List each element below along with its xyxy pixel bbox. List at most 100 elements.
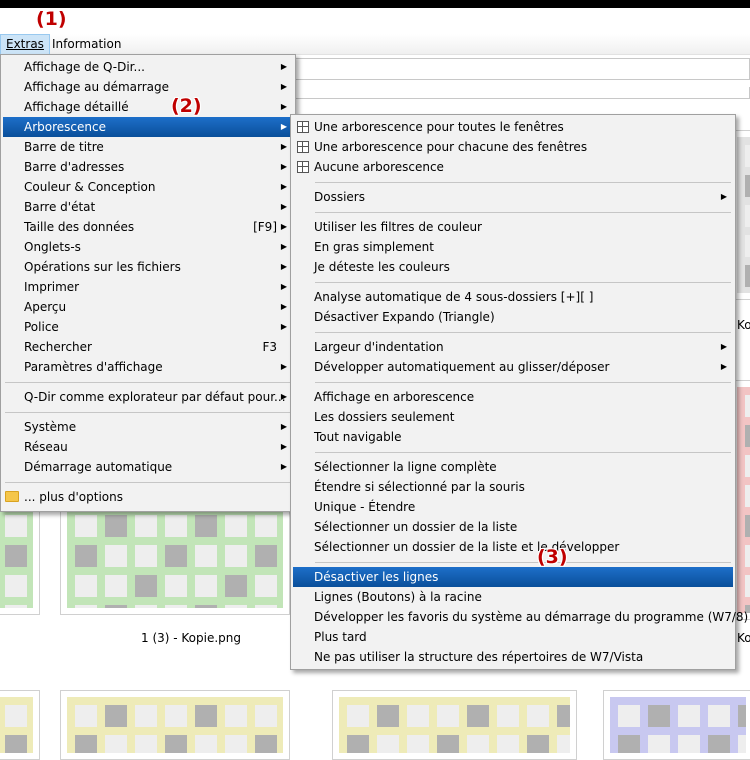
menu-item-imprimer[interactable]: Imprimer ▶ (3, 277, 293, 297)
menu-item-barre-titre[interactable]: Barre de titre ▶ (3, 137, 293, 157)
menu-item-plus-options[interactable]: ... plus d'options (3, 487, 293, 507)
menu-item-rechercher[interactable]: Rechercher F3 (3, 337, 293, 357)
submenu-item-une-arbo-chacune[interactable]: Une arborescence pour chacune des fenêtr… (293, 137, 733, 157)
menu-item-taille-donnees[interactable]: Taille des données [F9] ▶ (3, 217, 293, 237)
menu-item-barre-adresses[interactable]: Barre d'adresses ▶ (3, 157, 293, 177)
submenu-item-tout-navigable[interactable]: Tout navigable (293, 427, 733, 447)
menu-item-arborescence[interactable]: Arborescence ▶ (3, 117, 293, 137)
submenu-item-label: Désactiver Expando (Triangle) (314, 310, 495, 324)
submenu-arrow-icon: ▶ (280, 362, 287, 371)
menu-separator (315, 182, 731, 183)
menu-item-label: Affichage au démarrage (24, 80, 170, 94)
submenu-item-lignes-racine[interactable]: Lignes (Boutons) à la racine (293, 587, 733, 607)
menu-item-police[interactable]: Police ▶ (3, 317, 293, 337)
menu-item-operations-fichiers[interactable]: Opérations sur les fichiers ▶ (3, 257, 293, 277)
thumbnail-image (67, 507, 283, 608)
submenu-arrow-icon: ▶ (280, 102, 287, 111)
menu-item-barre-etat[interactable]: Barre d'état ▶ (3, 197, 293, 217)
thumbnail-image (737, 137, 750, 293)
submenu-arrow-icon: ▶ (280, 182, 287, 191)
submenu-item-desactiver-lignes[interactable]: Désactiver les lignes (293, 567, 733, 587)
image-thumbnail[interactable] (60, 500, 290, 615)
submenu-item-une-arbo-toutes[interactable]: Une arborescence pour toutes le fenêtres (293, 117, 733, 137)
submenu-item-dossiers[interactable]: Dossiers ▶ (293, 187, 733, 207)
menu-item-label: Affichage de Q-Dir... (24, 60, 145, 74)
submenu-item-label: Étendre si sélectionné par la souris (314, 480, 525, 494)
menu-separator (5, 482, 291, 483)
annotation-1: (1) (36, 8, 67, 30)
menu-item-label: Imprimer (24, 280, 80, 294)
submenu-item-selectionner-dossier[interactable]: Sélectionner un dossier de la liste (293, 517, 733, 537)
menu-item-parametres-affichage[interactable]: Paramètres d'affichage ▶ (3, 357, 293, 377)
menu-information[interactable]: Information (47, 34, 126, 55)
menu-item-demarrage-automatique[interactable]: Démarrage automatique ▶ (3, 457, 293, 477)
menu-separator (315, 332, 731, 333)
submenu-item-label: Lignes (Boutons) à la racine (314, 590, 482, 604)
submenu-item-aucune-arbo[interactable]: Aucune arborescence (293, 157, 733, 177)
menu-item-label: Barre d'état (24, 200, 96, 214)
menu-item-affichage-demarrage[interactable]: Affichage au démarrage ▶ (3, 77, 293, 97)
menu-item-affichage-q-dir[interactable]: Affichage de Q-Dir... ▶ (3, 57, 293, 77)
submenu-item-deteste-couleurs[interactable]: Je déteste les couleurs (293, 257, 733, 277)
menu-item-label: Couleur & Conception (24, 180, 156, 194)
menu-item-q-dir-explorateur-defaut[interactable]: Q-Dir comme explorateur par défaut pour.… (3, 387, 293, 407)
menu-separator (315, 452, 731, 453)
submenu-item-unique-etendre[interactable]: Unique - Étendre (293, 497, 733, 517)
menu-item-systeme[interactable]: Système ▶ (3, 417, 293, 437)
menu-item-apercu[interactable]: Aperçu ▶ (3, 297, 293, 317)
submenu-item-pas-structure-w7[interactable]: Ne pas utiliser la structure des réperto… (293, 647, 733, 667)
submenu-item-label: Affichage en arborescence (314, 390, 475, 404)
submenu-item-desactiver-expando[interactable]: Désactiver Expando (Triangle) (293, 307, 733, 327)
submenu-item-analyse-auto[interactable]: Analyse automatique de 4 sous-dossiers [… (293, 287, 733, 307)
folder-icon (5, 491, 19, 502)
submenu-arrow-icon: ▶ (280, 282, 287, 291)
menu-item-label: ... plus d'options (24, 490, 123, 504)
submenu-item-label: Je déteste les couleurs (314, 260, 450, 274)
submenu-item-selectionner-developper[interactable]: Sélectionner un dossier de la liste et l… (293, 537, 733, 557)
address-bar[interactable] (230, 58, 750, 80)
submenu-item-label: Utiliser les filtres de couleur (314, 220, 482, 234)
menu-separator (315, 212, 731, 213)
submenu-item-filtres-couleur[interactable]: Utiliser les filtres de couleur (293, 217, 733, 237)
menu-item-label: Réseau (24, 440, 68, 454)
submenu-arrow-icon: ▶ (280, 142, 287, 151)
submenu-arrow-icon: ▶ (280, 462, 287, 471)
thumbnail-image (339, 697, 570, 753)
submenu-item-plus-tard[interactable]: Plus tard (293, 627, 733, 647)
submenu-item-gras-simplement[interactable]: En gras simplement (293, 237, 733, 257)
menu-item-label: Police (24, 320, 59, 334)
arborescence-submenu: Une arborescence pour toutes le fenêtres… (290, 114, 748, 670)
submenu-arrow-icon: ▶ (280, 242, 287, 251)
submenu-item-affichage-arbo[interactable]: Affichage en arborescence (293, 387, 733, 407)
submenu-item-label: Analyse automatique de 4 sous-dossiers [… (314, 290, 594, 304)
submenu-item-largeur-indentation[interactable]: Largeur d'indentation ▶ (293, 337, 733, 357)
thumbnail-image (0, 507, 33, 608)
menu-separator (5, 382, 291, 383)
submenu-item-label: Développer les favoris du système au dém… (314, 610, 749, 624)
submenu-arrow-icon: ▶ (280, 392, 287, 401)
submenu-item-label: Plus tard (314, 630, 367, 644)
submenu-arrow-icon: ▶ (280, 162, 287, 171)
menu-separator (315, 562, 731, 563)
menu-item-affichage-detaille[interactable]: Affichage détaillé ▶ (3, 97, 293, 117)
annotation-2: (2) (171, 95, 202, 117)
menu-item-label: Barre d'adresses (24, 160, 125, 174)
submenu-arrow-icon: ▶ (280, 442, 287, 451)
submenu-item-label: Une arborescence pour chacune des fenêtr… (314, 140, 588, 154)
menu-item-label: Aperçu (24, 300, 67, 314)
submenu-item-etendre-souris[interactable]: Étendre si sélectionné par la souris (293, 477, 733, 497)
menu-item-reseau[interactable]: Réseau ▶ (3, 437, 293, 457)
image-thumbnail[interactable] (0, 500, 40, 615)
thumb-caption-right-2: Ko (737, 631, 750, 645)
submenu-arrow-icon: ▶ (280, 62, 287, 71)
submenu-item-label: Une arborescence pour toutes le fenêtres (314, 120, 564, 134)
submenu-arrow-icon: ▶ (280, 302, 287, 311)
submenu-item-selectionner-ligne[interactable]: Sélectionner la ligne complète (293, 457, 733, 477)
submenu-item-label: Ne pas utiliser la structure des réperto… (314, 650, 644, 664)
submenu-item-developper-glisser[interactable]: Développer automatiquement au glisser/dé… (293, 357, 733, 377)
menu-extras[interactable]: Extras (0, 34, 50, 55)
submenu-item-developper-favoris[interactable]: Développer les favoris du système au dém… (293, 607, 748, 627)
menu-item-onglets[interactable]: Onglets-s ▶ (3, 237, 293, 257)
submenu-item-dossiers-seulement[interactable]: Les dossiers seulement (293, 407, 733, 427)
menu-item-couleur-conception[interactable]: Couleur & Conception ▶ (3, 177, 293, 197)
